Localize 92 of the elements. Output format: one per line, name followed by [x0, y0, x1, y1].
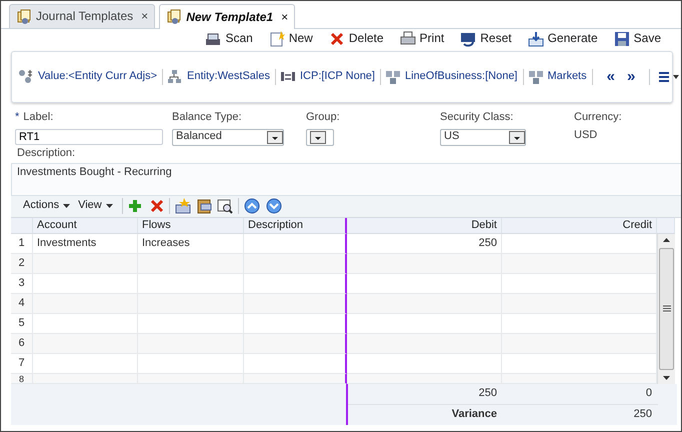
- field-label: Label:: [23, 111, 54, 125]
- menu-button[interactable]: View: [74, 199, 117, 214]
- row-number: 4: [11, 294, 33, 314]
- column-header: Flows: [138, 218, 244, 234]
- new-button[interactable]: New: [264, 30, 317, 46]
- delete-icon: [328, 30, 345, 46]
- reset-icon: [460, 30, 476, 46]
- add-icon: [128, 199, 142, 214]
- next-button[interactable]: »: [620, 68, 642, 86]
- currency-value: USD: [574, 128, 598, 142]
- vertical-scrollbar[interactable]: [657, 234, 675, 384]
- template-icon: [166, 9, 182, 25]
- field-label: Description:: [17, 147, 76, 161]
- caret-icon: [106, 204, 113, 208]
- printer-icon: [400, 30, 416, 46]
- move-down-icon: [266, 198, 282, 214]
- row-number: 2: [11, 254, 33, 274]
- save-icon: [614, 30, 630, 46]
- table-cell[interactable]: [244, 234, 347, 254]
- cubes-icon: [528, 69, 544, 85]
- menu-button[interactable]: Actions: [19, 199, 74, 214]
- document-tab[interactable]: New Template1 ×: [159, 4, 296, 29]
- download-tray-icon: [528, 30, 544, 46]
- new-rows-icon: [174, 198, 191, 214]
- required-marker: *: [15, 111, 20, 125]
- table-cell[interactable]: [244, 274, 347, 294]
- dropdown-icon: [267, 130, 283, 144]
- table-cell[interactable]: Investments: [33, 234, 138, 254]
- column-header: Account: [33, 218, 138, 234]
- group-dropdown[interactable]: [306, 128, 334, 146]
- generate-button[interactable]: Generate: [524, 30, 602, 46]
- variance-label: Variance: [450, 406, 498, 422]
- column-header: Description: [244, 218, 347, 234]
- row-number: 6: [11, 334, 33, 354]
- table-cell[interactable]: [244, 374, 347, 384]
- print-button[interactable]: Print: [396, 30, 448, 46]
- table-cell[interactable]: [244, 354, 347, 374]
- description-field[interactable]: Investments Bought - Recurring: [11, 162, 681, 196]
- previous-button[interactable]: «: [600, 68, 621, 86]
- field-label: Group:: [306, 111, 341, 125]
- field-label: Balance Type:: [172, 111, 243, 125]
- delete-icon: [150, 199, 164, 214]
- pov-member-link[interactable]: LineOfBusiness:[None]: [384, 69, 524, 85]
- value-icon: [18, 69, 34, 85]
- total-credit: 0: [503, 384, 658, 405]
- template-icon: [16, 8, 32, 24]
- move-up-icon: [244, 198, 260, 214]
- table-cell[interactable]: Increases: [138, 234, 244, 254]
- field-label: Security Class:: [440, 111, 514, 125]
- tab-label: New Template1: [186, 10, 274, 24]
- row-number: 5: [11, 314, 33, 334]
- delete-button[interactable]: Delete: [324, 30, 388, 46]
- save-button[interactable]: Save: [610, 30, 665, 46]
- total-debit: 250: [348, 384, 503, 405]
- pov-member-link[interactable]: Entity:WestSales: [167, 69, 276, 85]
- dropdown-icon: [509, 130, 525, 144]
- hierarchy-icon: [167, 69, 184, 85]
- scanner-icon: [205, 30, 222, 46]
- close-icon[interactable]: ×: [281, 10, 288, 24]
- field-label: Currency:: [574, 111, 623, 125]
- paste-icon: [196, 198, 212, 214]
- column-header: Debit: [347, 218, 502, 234]
- close-icon[interactable]: ×: [141, 9, 148, 24]
- column-header: Credit: [502, 218, 657, 234]
- tab-label: Journal Templates: [36, 9, 134, 24]
- caret-icon: [63, 204, 70, 208]
- new-page-icon: [268, 30, 285, 46]
- table-cell[interactable]: [244, 314, 347, 334]
- row-number: 3: [11, 274, 33, 294]
- table-cell[interactable]: 250: [347, 234, 502, 254]
- table-cell[interactable]: [244, 334, 347, 354]
- grip-icon: [662, 305, 670, 312]
- pov-member-link[interactable]: Markets: [528, 69, 593, 85]
- row-number: 1: [11, 234, 33, 254]
- menu-icon: [658, 71, 680, 83]
- security-class-dropdown[interactable]: US: [440, 128, 526, 146]
- scan-button[interactable]: Scan: [201, 30, 257, 46]
- cubes-icon: [384, 69, 401, 85]
- label-input-field[interactable]: RT1: [15, 128, 163, 145]
- row-number: 8: [11, 374, 33, 384]
- row-number: 7: [11, 354, 33, 374]
- dropdown-icon: [310, 130, 326, 144]
- search-icon: [216, 198, 233, 214]
- variance-value: 250: [632, 406, 653, 422]
- document-tab[interactable]: Journal Templates ×: [9, 4, 156, 28]
- pov-member-link[interactable]: ICP:[ICP None]: [280, 69, 381, 85]
- balance-type-dropdown[interactable]: Balanced: [172, 128, 284, 146]
- reset-button[interactable]: Reset: [456, 30, 516, 46]
- pov-member-link[interactable]: Value:<Entity Curr Adjs>: [18, 69, 164, 85]
- table-cell[interactable]: [244, 294, 347, 314]
- table-cell[interactable]: [244, 254, 347, 274]
- menu-button[interactable]: [658, 71, 680, 83]
